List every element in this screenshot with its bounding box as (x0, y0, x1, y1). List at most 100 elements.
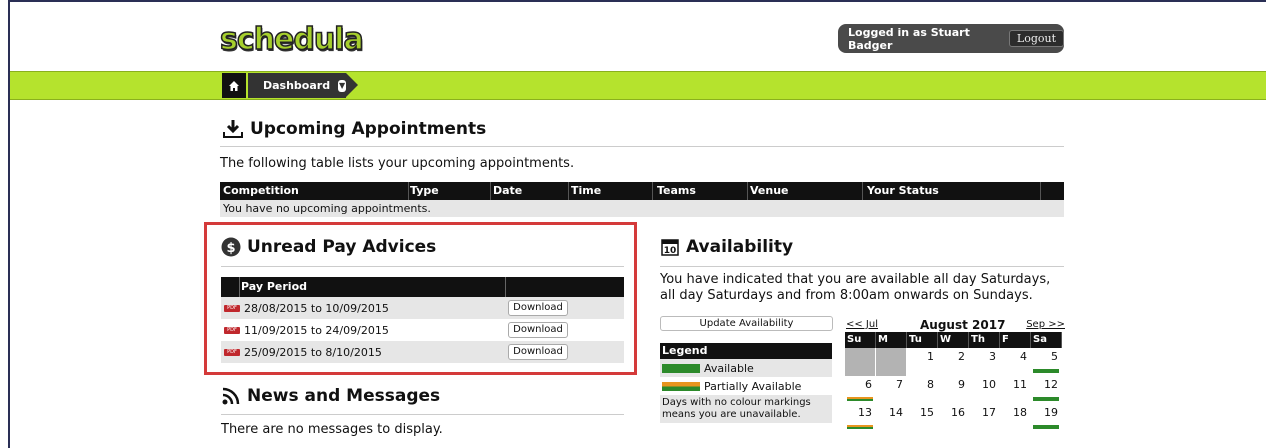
calendar-day[interactable]: 2 (938, 348, 969, 376)
calendar-day[interactable]: 16 (938, 404, 969, 432)
available-marker (1033, 397, 1059, 401)
pay-row: PDF 28/08/2015 to 10/09/2015 Download (221, 297, 624, 319)
upcoming-empty-row: You have no upcoming appointments. (220, 200, 1064, 217)
availability-title: Availability (686, 237, 794, 257)
update-availability-button[interactable]: Update Availability (660, 316, 833, 331)
calendar: << Jul August 2017 Sep >> Su M Tu W Th F… (845, 318, 1065, 432)
pay-period: 11/09/2015 to 24/09/2015 (244, 323, 389, 337)
upcoming-description: The following table lists your upcoming … (220, 156, 575, 171)
upcoming-title: Upcoming Appointments (250, 119, 487, 139)
news-heading: News and Messages (221, 386, 440, 406)
pay-title: Unread Pay Advices (247, 237, 437, 257)
calendar-day[interactable]: 6 (845, 376, 876, 404)
pay-heading: $ Unread Pay Advices (221, 237, 436, 257)
pdf-icon: PDF (224, 326, 240, 334)
calendar-day[interactable]: 1 (907, 348, 938, 376)
col-teams[interactable]: Teams (657, 184, 696, 197)
partial-marker (847, 425, 873, 429)
day-header: Su (845, 332, 876, 348)
legend-note: Days with no colour markings means you a… (660, 395, 832, 423)
col-time[interactable]: Time (571, 184, 601, 197)
col-your-status[interactable]: Your Status (867, 184, 939, 197)
login-status-text: Logged in as Stuart Badger (848, 25, 970, 52)
svg-text:10: 10 (664, 246, 677, 256)
partial-marker (847, 397, 873, 401)
calendar-day[interactable]: 10 (969, 376, 1000, 404)
pay-table-header: Pay Period (221, 277, 624, 297)
legend-title: Legend (660, 343, 832, 359)
download-button[interactable]: Download (508, 344, 568, 360)
rss-icon (222, 387, 240, 405)
divider (221, 266, 624, 267)
calendar-day[interactable]: 13 (845, 404, 876, 432)
day-header: Sa (1031, 332, 1062, 348)
chevron-down-icon[interactable]: ▼ (338, 79, 346, 92)
tab-dashboard-label: Dashboard (263, 79, 331, 92)
calendar-prev-link[interactable]: << Jul (846, 319, 878, 330)
calendar-day[interactable]: 11 (1000, 376, 1031, 404)
calendar-day[interactable]: 3 (969, 348, 1000, 376)
calendar-day[interactable]: 4 (1000, 348, 1031, 376)
legend-partial-label: Partially Available (704, 379, 802, 393)
legend-available-label: Available (704, 361, 754, 375)
pay-row: PDF 11/09/2015 to 24/09/2015 Download (221, 319, 624, 341)
calendar-month: August 2017 (920, 318, 1006, 332)
legend-partial: Partially Available (660, 377, 832, 395)
calendar-day[interactable]: 17 (969, 404, 1000, 432)
calendar-day[interactable]: 12 (1031, 376, 1062, 404)
home-button[interactable] (222, 73, 246, 98)
col-date[interactable]: Date (493, 184, 522, 197)
day-header: M (876, 332, 907, 348)
news-title: News and Messages (247, 386, 441, 406)
upcoming-table-header: Competition Type Date Time Teams Venue Y… (220, 182, 1064, 200)
schedula-logo[interactable]: schedula (219, 21, 364, 58)
nav-bar (10, 71, 1266, 100)
upcoming-heading: Upcoming Appointments (222, 118, 486, 140)
day-header: F (1000, 332, 1031, 348)
legend: Legend Available Partially Available Day… (660, 343, 832, 423)
login-box: Logged in as Stuart Badger Logout (838, 24, 1064, 53)
download-tray-icon (223, 120, 243, 138)
availability-description: You have indicated that you are availabl… (660, 272, 1051, 303)
pay-period: 28/08/2015 to 10/09/2015 (244, 301, 389, 315)
news-empty-text: There are no messages to display. (221, 422, 443, 437)
col-pay-period[interactable]: Pay Period (241, 280, 307, 293)
calendar-day[interactable]: 9 (938, 376, 969, 404)
calendar-day[interactable]: 19 (1031, 404, 1062, 432)
calendar-day-blank (845, 348, 876, 376)
calendar-next-link[interactable]: Sep >> (1026, 319, 1065, 330)
divider (221, 414, 624, 415)
pay-row: PDF 25/09/2015 to 8/10/2015 Download (221, 341, 624, 363)
svg-text:$: $ (226, 241, 235, 256)
download-button[interactable]: Download (508, 322, 568, 338)
pay-period: 25/09/2015 to 8/10/2015 (244, 345, 382, 359)
window-frame (8, 0, 1266, 448)
home-icon (229, 80, 239, 91)
col-type[interactable]: Type (410, 184, 439, 197)
tab-dashboard[interactable]: Dashboard ▼ (248, 73, 358, 98)
legend-available: Available (660, 359, 832, 377)
day-header: W (938, 332, 969, 348)
pdf-icon: PDF (224, 348, 240, 356)
divider (660, 266, 1064, 267)
calendar-day[interactable]: 18 (1000, 404, 1031, 432)
divider (220, 146, 1064, 147)
calendar-day[interactable]: 7 (876, 376, 907, 404)
col-competition[interactable]: Competition (223, 184, 299, 197)
calendar-day-blank (876, 348, 907, 376)
calendar-grid: Su M Tu W Th F Sa 1 2 3 4 5 6 7 8 9 10 1… (845, 332, 1065, 432)
calendar-day[interactable]: 5 (1031, 348, 1062, 376)
day-header: Tu (907, 332, 938, 348)
day-header: Th (969, 332, 1000, 348)
col-venue[interactable]: Venue (750, 184, 789, 197)
download-button[interactable]: Download (508, 300, 568, 316)
calendar-day[interactable]: 8 (907, 376, 938, 404)
availability-heading: 10 Availability (660, 237, 793, 257)
calendar-icon: 10 (661, 239, 679, 256)
available-marker (1033, 369, 1059, 373)
partial-swatch (662, 381, 700, 391)
calendar-day[interactable]: 14 (876, 404, 907, 432)
calendar-day[interactable]: 15 (907, 404, 938, 432)
dollar-circle-icon: $ (221, 237, 241, 257)
logout-button[interactable]: Logout (1008, 30, 1064, 47)
